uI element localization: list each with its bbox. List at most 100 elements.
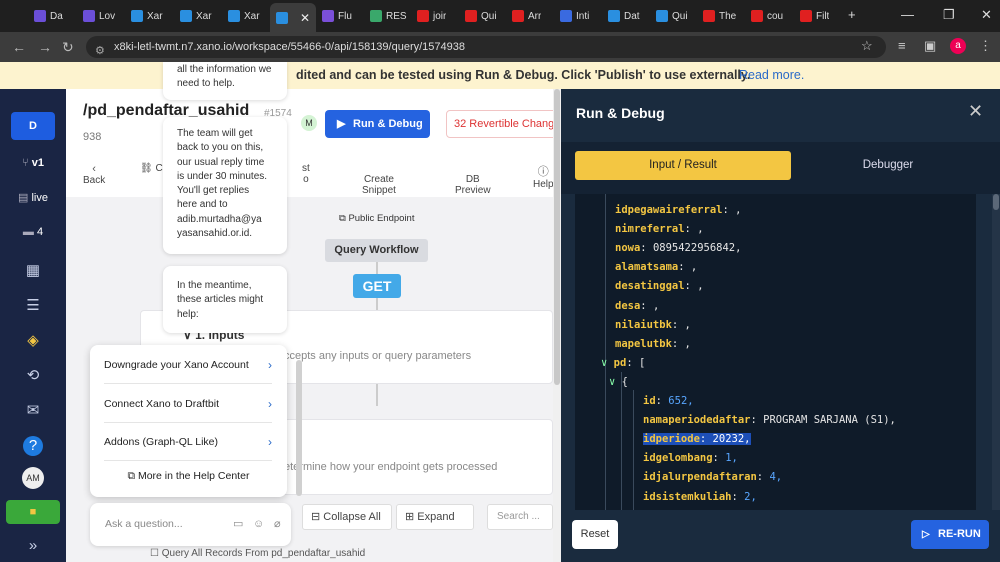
url-text: x8ki-letl-twmt.n7.xano.io/workspace/5546… — [114, 41, 465, 53]
snippet-label: Create Snippet — [362, 174, 396, 196]
workspace-button[interactable]: D — [11, 112, 55, 140]
expand-button[interactable]: ⊞ Expand — [396, 504, 474, 530]
help-article-link[interactable]: Addons (Graph-QL Like) › — [104, 423, 272, 461]
json-key: desa — [615, 299, 641, 312]
side-panel-icon[interactable]: ▣ — [924, 38, 936, 54]
tab-favicon-icon — [512, 10, 524, 22]
scrollbar-thumb[interactable] — [554, 89, 560, 385]
live-button[interactable]: ▤ live — [11, 185, 55, 211]
browser-tab[interactable]: The — [703, 6, 736, 26]
collapse-all-button[interactable]: ⊟ Collapse All — [302, 504, 392, 530]
tab-favicon-icon — [703, 10, 715, 22]
site-info-icon[interactable]: ⚙ — [95, 40, 105, 62]
browser-tab[interactable]: Arr — [512, 6, 541, 26]
browser-menu-icon[interactable]: ⋮ — [979, 38, 992, 54]
user-avatar[interactable]: AM — [22, 467, 44, 489]
minimize-icon[interactable]: — — [901, 7, 914, 22]
help-center-link[interactable]: ⧉ More in the Help Center — [90, 470, 287, 483]
profile-avatar[interactable]: a — [950, 38, 966, 54]
result-scrollbar[interactable] — [992, 194, 1000, 510]
stack-row[interactable]: ☐ Query All Records From pd_pendaftar_us… — [150, 548, 365, 559]
collaborator-avatar[interactable]: M — [301, 115, 317, 131]
gif-icon[interactable]: ▭ — [233, 503, 243, 546]
browser-tab[interactable]: ✕ — [270, 3, 317, 32]
reset-button[interactable]: Reset — [572, 520, 618, 549]
dashboard-icon[interactable]: ▦ — [23, 261, 43, 281]
browser-tab[interactable]: cou — [751, 6, 783, 26]
collapse-all-label: Collapse All — [323, 511, 381, 523]
db-preview-button[interactable]: DB Preview — [455, 163, 491, 196]
tab-favicon-icon — [417, 10, 429, 22]
messages-button[interactable]: ▬ 4 — [11, 219, 55, 245]
help-article-link[interactable]: Connect Xano to Draftbit › — [104, 385, 272, 423]
json-key: nilaiutbk — [615, 318, 672, 331]
tab-debugger[interactable]: Debugger — [823, 151, 953, 180]
rerun-button[interactable]: ▷ RE-RUN — [911, 520, 989, 549]
row-checkbox-icon[interactable]: ☐ — [150, 548, 162, 559]
revertible-changes-button[interactable]: 32 Revertible Chang — [446, 110, 561, 138]
bookmark-star-icon[interactable]: ☆ — [861, 38, 873, 54]
close-window-icon[interactable]: ✕ — [981, 7, 992, 23]
forward-icon[interactable]: → — [38, 39, 52, 55]
query-workflow-node[interactable]: Query Workflow — [325, 239, 428, 262]
workspace-scrollbar[interactable] — [553, 89, 561, 562]
stack-search-input[interactable]: Search ... — [487, 504, 553, 530]
gift-icon[interactable]: ■ — [6, 500, 60, 524]
announcements-icon[interactable]: ✉ — [23, 401, 43, 421]
close-icon[interactable]: ✕ — [968, 101, 983, 122]
browser-tab[interactable]: Qui — [656, 6, 688, 26]
browser-tab[interactable]: Qui — [465, 6, 497, 26]
json-value: , — [678, 318, 691, 331]
history-icon[interactable]: ⟲ — [23, 366, 43, 386]
help-article-link[interactable]: Downgrade your Xano Account › — [104, 346, 272, 384]
browser-tab[interactable]: Filt — [800, 6, 829, 26]
request-label: st — [302, 163, 310, 174]
browser-tab[interactable]: RES — [370, 6, 407, 26]
json-key: id — [643, 395, 656, 407]
browser-tab[interactable]: Xar — [131, 6, 163, 26]
scrollbar-thumb[interactable] — [993, 194, 999, 210]
ask-question-input[interactable]: Ask a question... ▭ ☺ ⌀ — [90, 503, 291, 546]
read-more-link[interactable]: Read more. — [739, 62, 804, 89]
function-stack-description: etermine how your endpoint gets processe… — [284, 461, 498, 473]
run-debug-button[interactable]: ▶ Run & Debug — [325, 110, 430, 138]
method-badge[interactable]: GET — [353, 274, 401, 298]
tab-input-result[interactable]: Input / Result — [575, 151, 791, 180]
new-tab-icon[interactable]: + — [848, 7, 856, 22]
request-history-button[interactable]: st o — [302, 163, 310, 185]
attachment-icon[interactable]: ⌀ — [274, 503, 281, 546]
reload-icon[interactable]: ↻ — [62, 39, 74, 56]
version-button[interactable]: ⑂ v1 — [11, 150, 55, 176]
help-icon[interactable]: ? — [23, 436, 43, 456]
browser-tab[interactable]: Lov — [83, 6, 115, 26]
database-icon[interactable]: ☰ — [23, 296, 43, 316]
api-layers-icon[interactable]: ◈ — [23, 331, 43, 351]
collapse-toggle-icon[interactable]: ∨ — [609, 376, 622, 388]
tab-label: Lov — [99, 10, 116, 22]
browser-tab[interactable]: Inti — [560, 6, 589, 26]
browser-tab[interactable]: Flu — [322, 6, 352, 26]
create-snippet-button[interactable]: Create Snippet — [362, 163, 396, 196]
back-icon[interactable]: ← — [12, 39, 26, 55]
emoji-icon[interactable]: ☺ — [253, 503, 264, 546]
browser-tab[interactable]: Da — [34, 6, 63, 26]
expand-rail-icon[interactable]: » — [23, 536, 43, 556]
close-tab-icon[interactable]: ✕ — [300, 11, 310, 25]
browser-tab[interactable]: joir — [417, 6, 446, 26]
collapse-toggle-icon[interactable]: ∨ — [601, 357, 614, 369]
json-line: desatinggal: , — [615, 277, 704, 295]
json-line: id: 652, — [643, 392, 694, 410]
left-nav-rail: D ⑂ v1 ▤ live ▬ 4 ▦ ☰ ◈ ⟲ ✉ ? AM ■ » — [0, 89, 66, 562]
back-button[interactable]: ‹ Back — [83, 163, 105, 186]
media-controls-icon[interactable]: ≡ — [898, 38, 906, 53]
help-article-label: Downgrade your Xano Account — [104, 359, 249, 371]
browser-tab[interactable]: Xar — [228, 6, 260, 26]
browser-tab[interactable]: Xar — [180, 6, 212, 26]
chat-scrollbar[interactable] — [296, 360, 302, 496]
json-value: , — [690, 223, 704, 236]
browser-tab[interactable]: Dat — [608, 6, 640, 26]
restore-icon[interactable]: ❐ — [943, 7, 955, 23]
help-button[interactable]: ⓘ Help — [533, 163, 554, 190]
indent-guide — [605, 194, 606, 510]
url-field[interactable]: ⚙ x8ki-letl-twmt.n7.xano.io/workspace/55… — [86, 36, 886, 58]
